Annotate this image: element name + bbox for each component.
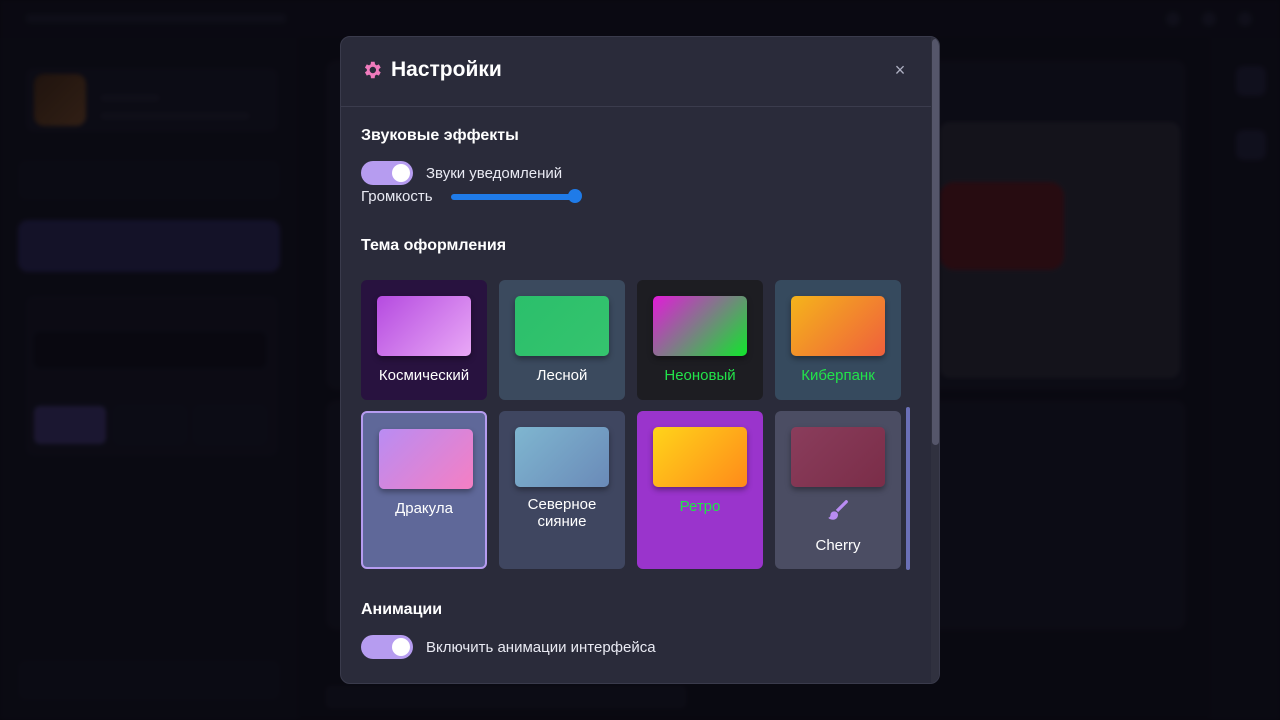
theme-swatch: [515, 427, 609, 487]
theme-card-label: Космический: [378, 367, 470, 384]
theme-swatch: [377, 296, 471, 356]
theme-swatch: [791, 296, 885, 356]
theme-card[interactable]: Северное сияние: [499, 411, 625, 569]
animations-section-title: Анимации: [361, 601, 443, 618]
notifications-toggle[interactable]: [361, 161, 413, 185]
settings-modal: Настройки × Звуковые эффекты Звуки уведо…: [340, 36, 940, 684]
theme-card[interactable]: Ретро: [637, 411, 763, 569]
theme-swatch: [379, 429, 473, 489]
theme-card-label: Северное сияние: [527, 496, 597, 530]
modal-title: Настройки: [391, 58, 502, 81]
close-button[interactable]: ×: [889, 59, 911, 81]
theme-card-label: Лесной: [536, 367, 588, 384]
toggle-knob: [392, 164, 410, 182]
theme-card-label: Ретро: [679, 498, 721, 515]
theme-grid: Космический Лесной Неоновый Киберпанк Дракул…: [361, 280, 903, 572]
animations-toggle[interactable]: [361, 635, 413, 659]
theme-section-title: Тема оформления: [361, 237, 507, 254]
theme-card[interactable]: Cherry: [775, 411, 901, 569]
volume-slider-fill: [451, 194, 575, 200]
theme-swatch: [653, 296, 747, 356]
volume-slider-thumb[interactable]: [567, 189, 582, 203]
gear-icon: [364, 61, 381, 79]
theme-card-label: Дракула: [395, 500, 453, 517]
animations-label: Включить анимации интерфейса: [426, 639, 656, 656]
theme-card-label: Cherry: [815, 537, 861, 554]
theme-card[interactable]: Дракула: [361, 411, 487, 569]
brush-icon: [828, 500, 848, 520]
theme-card[interactable]: Киберпанк: [775, 280, 901, 400]
theme-card[interactable]: Космический: [361, 280, 487, 400]
theme-card[interactable]: Лесной: [499, 280, 625, 400]
theme-swatch: [515, 296, 609, 356]
theme-swatch: [653, 427, 747, 487]
notifications-label: Звуки уведомлений: [426, 165, 563, 182]
theme-card[interactable]: Неоновый: [637, 280, 763, 400]
theme-swatch: [791, 427, 885, 487]
volume-label: Громкость: [361, 188, 433, 205]
theme-card-label: Неоновый: [664, 367, 736, 384]
theme-card-label: Киберпанк: [801, 367, 875, 384]
theme-grid-scrollbar[interactable]: [906, 407, 910, 570]
toggle-knob: [392, 638, 410, 656]
modal-header: Настройки ×: [341, 37, 939, 107]
sound-section-title: Звуковые эффекты: [361, 127, 519, 144]
volume-slider[interactable]: [451, 188, 582, 206]
modal-scrollbar-thumb[interactable]: [932, 39, 939, 445]
